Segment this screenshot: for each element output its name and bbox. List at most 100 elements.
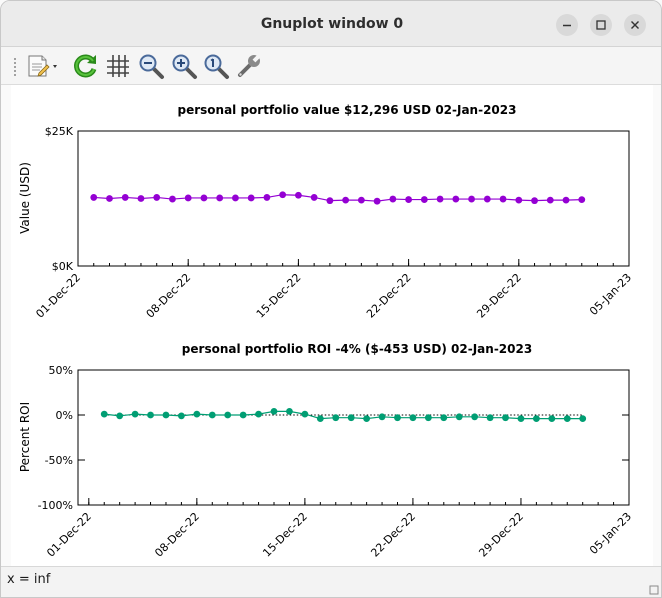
data-point: [239, 411, 247, 419]
plot-area[interactable]: personal portfolio value $12,296 USD 02-…: [11, 85, 653, 566]
x-tick-label: 22-Dec-22: [364, 271, 414, 321]
data-point: [357, 196, 365, 204]
toolbar: [1, 47, 661, 85]
data-point: [137, 195, 145, 202]
data-point: [546, 196, 554, 204]
data-point: [247, 194, 255, 202]
data-point: [270, 408, 278, 415]
data-point: [499, 195, 507, 203]
value-chart-title: personal portfolio value $12,296 USD 02-…: [178, 103, 517, 117]
data-point: [232, 194, 239, 202]
data-point: [263, 194, 271, 201]
data-point: [531, 197, 538, 205]
data-point: [193, 410, 201, 418]
zoom-out-button[interactable]: [137, 52, 165, 80]
value-chart-xtick-labels: 01-Dec-22 08-Dec-22 15-Dec-22 22-Dec-22 29-D…: [33, 271, 634, 321]
data-point: [405, 196, 412, 203]
data-point: [224, 411, 232, 419]
data-point: [409, 414, 417, 422]
replot-button[interactable]: [72, 52, 100, 80]
value-chart: personal portfolio value $12,296 USD 02-…: [18, 103, 634, 321]
x-tick-label: 08-Dec-22: [152, 510, 202, 560]
data-point: [436, 195, 444, 203]
data-point: [373, 197, 381, 205]
export-button[interactable]: [25, 52, 57, 80]
data-point: [147, 411, 154, 419]
data-point: [455, 413, 463, 421]
data-point: [255, 410, 262, 418]
status-text: x = inf: [7, 572, 51, 587]
data-point: [515, 196, 523, 204]
data-point: [579, 415, 587, 422]
data-point: [424, 414, 432, 422]
x-tick-label: 05-Jan-23: [587, 271, 634, 318]
maximize-icon: [596, 20, 606, 30]
y-tick-label: -50%: [45, 454, 73, 467]
data-point: [532, 415, 540, 422]
zoom-autoscale-icon: [204, 54, 229, 79]
data-point: [131, 410, 139, 418]
roi-chart-xtick-labels: 01-Dec-22 08-Dec-22 15-Dec-22 22-Dec-22 29-D…: [44, 510, 634, 560]
data-point: [90, 194, 98, 201]
close-button[interactable]: [624, 14, 646, 36]
roi-chart-series: [100, 408, 587, 422]
data-point: [162, 411, 170, 419]
grid-button[interactable]: [104, 52, 132, 80]
settings-icon: [238, 52, 263, 77]
data-point: [301, 410, 309, 418]
roi-chart: personal portfolio ROI -4% ($-453 USD) 0…: [18, 342, 634, 560]
charts-canvas: personal portfolio value $12,296 USD 02-…: [18, 103, 634, 560]
x-tick-label: 01-Dec-22: [44, 510, 94, 560]
x-tick-label: 15-Dec-22: [260, 510, 310, 560]
toolbar-grip[interactable]: [13, 57, 17, 77]
data-point: [310, 194, 318, 201]
data-point: [378, 413, 386, 421]
data-point: [471, 413, 479, 421]
data-point: [169, 195, 176, 203]
data-point: [440, 414, 448, 422]
grid-icon: [107, 55, 129, 77]
minimize-button[interactable]: [556, 14, 578, 36]
replot-icon: [74, 54, 97, 78]
dropdown-arrow-icon: [53, 65, 57, 68]
roi-chart-ytick-labels: 50% 0% -50% -100%: [38, 364, 73, 512]
zoom-autoscale-button[interactable]: [202, 52, 230, 80]
data-point: [563, 415, 571, 422]
value-chart-ylabel: Value (USD): [18, 162, 32, 234]
data-point: [502, 414, 509, 422]
data-point: [106, 195, 113, 202]
zoom-in-button[interactable]: [170, 52, 198, 80]
zoom-in-icon: [172, 54, 197, 79]
settings-button[interactable]: [235, 52, 263, 80]
minimize-icon: [563, 24, 571, 27]
data-point: [153, 194, 161, 201]
zoom-out-icon: [139, 54, 164, 79]
value-chart-series: [90, 191, 586, 205]
maximize-button[interactable]: [590, 14, 612, 36]
title-bar[interactable]: Gnuplot window 0: [1, 1, 661, 47]
data-point: [562, 196, 570, 204]
data-point: [363, 415, 371, 422]
y-tick-label: -100%: [38, 499, 73, 512]
data-point: [295, 191, 302, 199]
data-point: [394, 414, 401, 422]
x-tick-label: 15-Dec-22: [254, 271, 304, 321]
roi-chart-ticks: [78, 369, 630, 506]
roi-chart-frame: [77, 369, 630, 506]
data-point: [326, 197, 334, 205]
x-tick-label: 29-Dec-22: [476, 510, 526, 560]
data-point: [420, 196, 428, 203]
close-icon: [631, 21, 639, 29]
data-point: [483, 195, 491, 203]
roi-chart-ylabel: Percent ROI: [18, 402, 32, 472]
x-tick-label: 01-Dec-22: [33, 271, 83, 321]
x-tick-label: 05-Jan-23: [587, 510, 634, 557]
data-point: [178, 412, 185, 420]
resize-grip-icon[interactable]: [649, 585, 659, 595]
export-icon: [28, 55, 57, 77]
data-point: [200, 194, 208, 202]
y-tick-label: 0%: [56, 409, 73, 422]
gnuplot-window: Gnuplot window 0 personal portfolio valu…: [0, 0, 662, 598]
data-point: [208, 411, 216, 419]
data-point: [279, 191, 287, 199]
